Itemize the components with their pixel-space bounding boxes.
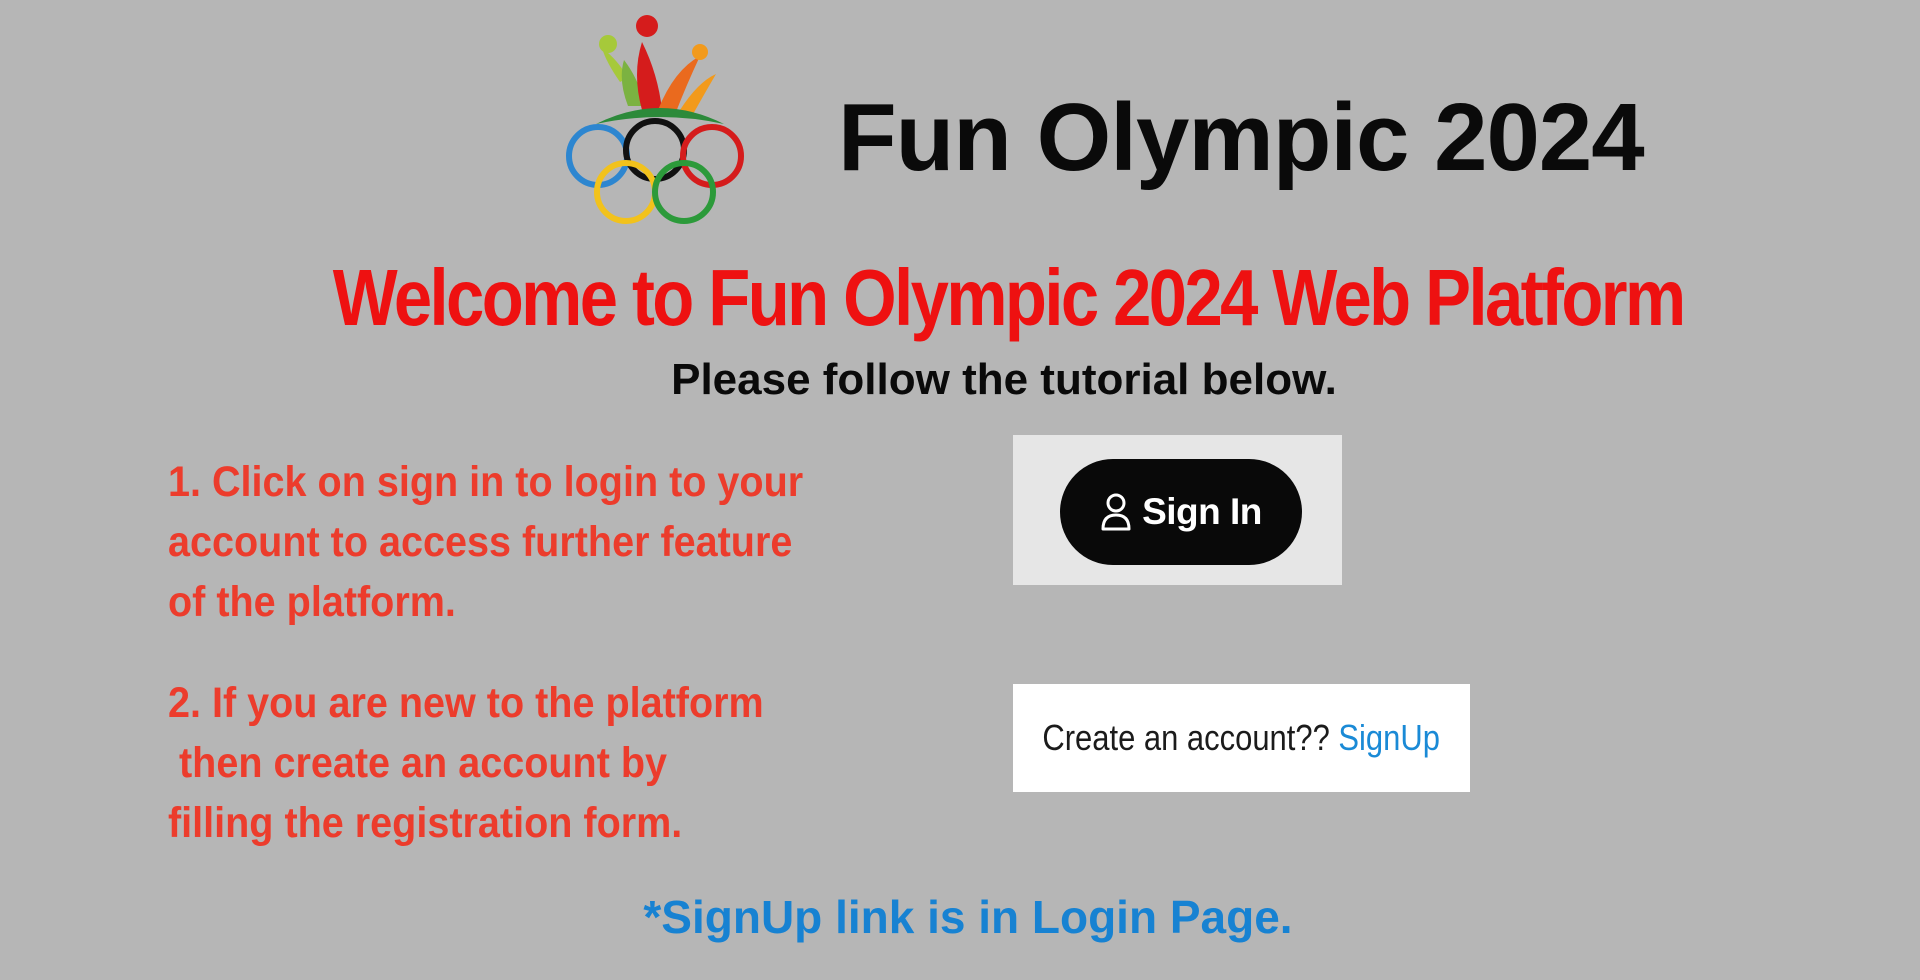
sign-in-label: Sign In [1142, 491, 1262, 532]
welcome-heading: Welcome to Fun Olympic 2024 Web Platform [332, 253, 1686, 342]
signup-prompt-line: Create an account?? SignUp [1043, 717, 1441, 759]
tutorial-step-signup: 2. If you are new to the platform then c… [168, 679, 764, 847]
olympic-logo-icon [562, 14, 758, 232]
signin-example-card: Sign In [1013, 435, 1342, 585]
tutorial-step-signin: 1. Click on sign in to login to your acc… [168, 458, 804, 626]
signup-example-card: Create an account?? SignUp [1013, 684, 1470, 792]
tutorial-subheading: Please follow the tutorial below. [671, 355, 1337, 404]
site-title: Fun Olympic 2024 [838, 84, 1645, 191]
signup-link[interactable]: SignUp [1339, 717, 1441, 758]
user-icon [1101, 493, 1131, 531]
sign-in-button[interactable]: Sign In [1060, 459, 1302, 565]
signup-prompt: Create an account?? [1042, 717, 1339, 758]
signup-note: *SignUp link is in Login Page. [643, 891, 1293, 943]
